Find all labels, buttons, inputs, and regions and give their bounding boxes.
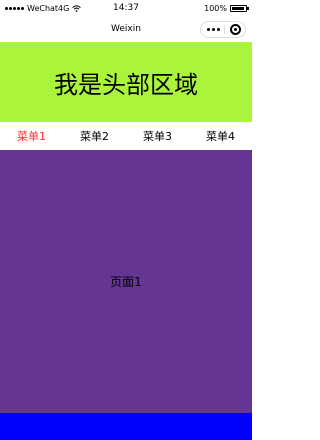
mini-program-capsule: [200, 21, 246, 38]
menu-item-3[interactable]: 菜单3: [126, 128, 189, 144]
battery-percent: 100%: [204, 4, 227, 13]
menu-item-1[interactable]: 菜单1: [0, 128, 63, 144]
footer-area: [0, 413, 252, 440]
battery-icon: [230, 5, 249, 12]
nav-bar: Weixin: [0, 18, 252, 42]
header-area: 我是头部区域: [0, 42, 252, 122]
page-content: 页面1: [0, 150, 252, 413]
status-bar: WeChat4G 14:37 100%: [0, 0, 252, 18]
menu-item-2[interactable]: 菜单2: [63, 128, 126, 144]
menu-bar: 菜单1 菜单2 菜单3 菜单4: [0, 122, 252, 150]
menu-item-4[interactable]: 菜单4: [189, 128, 252, 144]
capsule-divider: [224, 25, 225, 34]
more-icon[interactable]: [207, 28, 220, 31]
close-icon[interactable]: [230, 24, 241, 35]
status-right: 100%: [204, 4, 249, 13]
